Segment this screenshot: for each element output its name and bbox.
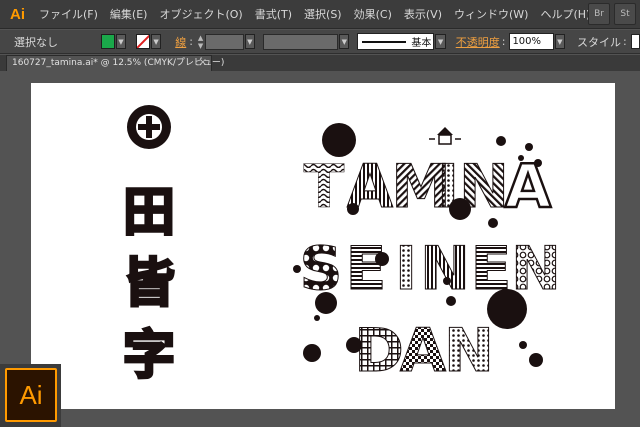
- letter-d: D: [354, 316, 404, 386]
- variable-width-dropdown-icon[interactable]: ▼: [339, 34, 350, 49]
- letter-a3: A: [400, 316, 447, 386]
- stroke-dropdown-icon[interactable]: ▼: [151, 34, 162, 49]
- artboard[interactable]: 田 皆 字 T A M I N A S E I N E N D A N: [31, 83, 615, 409]
- no-stroke-icon: [137, 35, 150, 48]
- control-bar: 選択なし ▼ ▼ 線 : ▲ ▼ ▼ ▼ 基本 ▼ 不透明度 : 100% ▼ ス…: [0, 30, 640, 54]
- variable-width-field[interactable]: [262, 33, 339, 50]
- menu-bar: Ai ファイル(F) 編集(E) オブジェクト(O) 書式(T) 選択(S) 効…: [0, 0, 640, 29]
- brush-dropdown-icon[interactable]: ▼: [435, 34, 446, 49]
- style-label: スタイル: [576, 35, 621, 49]
- lighthouse-icon: [429, 127, 461, 145]
- menu-edit[interactable]: 編集(E): [104, 0, 154, 29]
- brush-profile-label: 基本: [411, 38, 432, 49]
- app-logo: Ai: [10, 5, 25, 23]
- close-tab-icon[interactable]: ×: [199, 56, 207, 70]
- vertical-title-char-2: 皆: [123, 254, 175, 314]
- crest-emblem: [127, 105, 171, 149]
- artwork: 田 皆 字 T A M I N A S E I N E N D A N: [121, 105, 562, 388]
- vertical-title-char-3: 字: [123, 326, 175, 386]
- graphic-style-swatch[interactable]: [630, 34, 640, 49]
- brush-profile-field[interactable]: 基本: [357, 33, 435, 50]
- stroke-swatch[interactable]: [136, 34, 150, 49]
- document-tab[interactable]: 160727_tamina.ai* @ 12.5% (CMYK/プレビュー) ×: [6, 55, 224, 71]
- stroke-weight-dropdown-icon[interactable]: ▼: [244, 34, 255, 49]
- stock-button[interactable]: St: [614, 3, 636, 25]
- menu-right-buttons: Br St: [588, 3, 640, 25]
- ai-badge-frame: Ai: [0, 364, 61, 427]
- menu-type[interactable]: 書式(T): [249, 0, 298, 29]
- letter-n2: N: [420, 234, 470, 304]
- vertical-title-char-1: 田: [123, 183, 175, 243]
- menu-object[interactable]: オブジェクト(O): [153, 0, 248, 29]
- menu-select[interactable]: 選択(S): [298, 0, 348, 29]
- fill-dropdown-icon[interactable]: ▼: [115, 34, 127, 49]
- document-tab-label: 160727_tamina.ai* @ 12.5% (CMYK/プレビュー): [12, 58, 225, 68]
- letter-n4: N: [444, 316, 494, 386]
- document-tab-bar: 160727_tamina.ai* @ 12.5% (CMYK/プレビュー) ×: [0, 55, 640, 71]
- illustrator-logo-icon: Ai: [5, 368, 57, 422]
- brush-line-icon: [362, 40, 407, 43]
- canvas[interactable]: 田 皆 字 T A M I N A S E I N E N D A N: [0, 71, 640, 427]
- logo-line-seinen: S E I N E N: [299, 234, 562, 305]
- letter-t: T: [304, 152, 345, 222]
- selection-status: 選択なし: [14, 35, 58, 49]
- opacity-label[interactable]: 不透明度: [456, 34, 500, 50]
- logo-line-tamina: T A M I N A: [303, 151, 553, 224]
- fill-swatch[interactable]: [100, 34, 115, 49]
- opacity-dropdown-icon[interactable]: ▼: [554, 34, 565, 49]
- bridge-button[interactable]: Br: [588, 3, 610, 25]
- menu-file[interactable]: ファイル(F): [33, 0, 104, 29]
- letter-a2: A: [505, 152, 552, 222]
- menu-window[interactable]: ウィンドウ(W): [448, 0, 534, 29]
- stroke-weight-spinner[interactable]: ▲ ▼: [196, 34, 205, 50]
- menu-effect[interactable]: 効果(C): [348, 0, 398, 29]
- logo-line-dan: D A N: [354, 316, 495, 387]
- menu-view[interactable]: 表示(V): [398, 0, 448, 29]
- stroke-label[interactable]: 線: [175, 34, 186, 50]
- stroke-weight-field[interactable]: [205, 33, 244, 50]
- letter-e1: E: [346, 234, 387, 304]
- letter-i2: I: [395, 234, 417, 304]
- opacity-field[interactable]: 100%: [509, 33, 554, 50]
